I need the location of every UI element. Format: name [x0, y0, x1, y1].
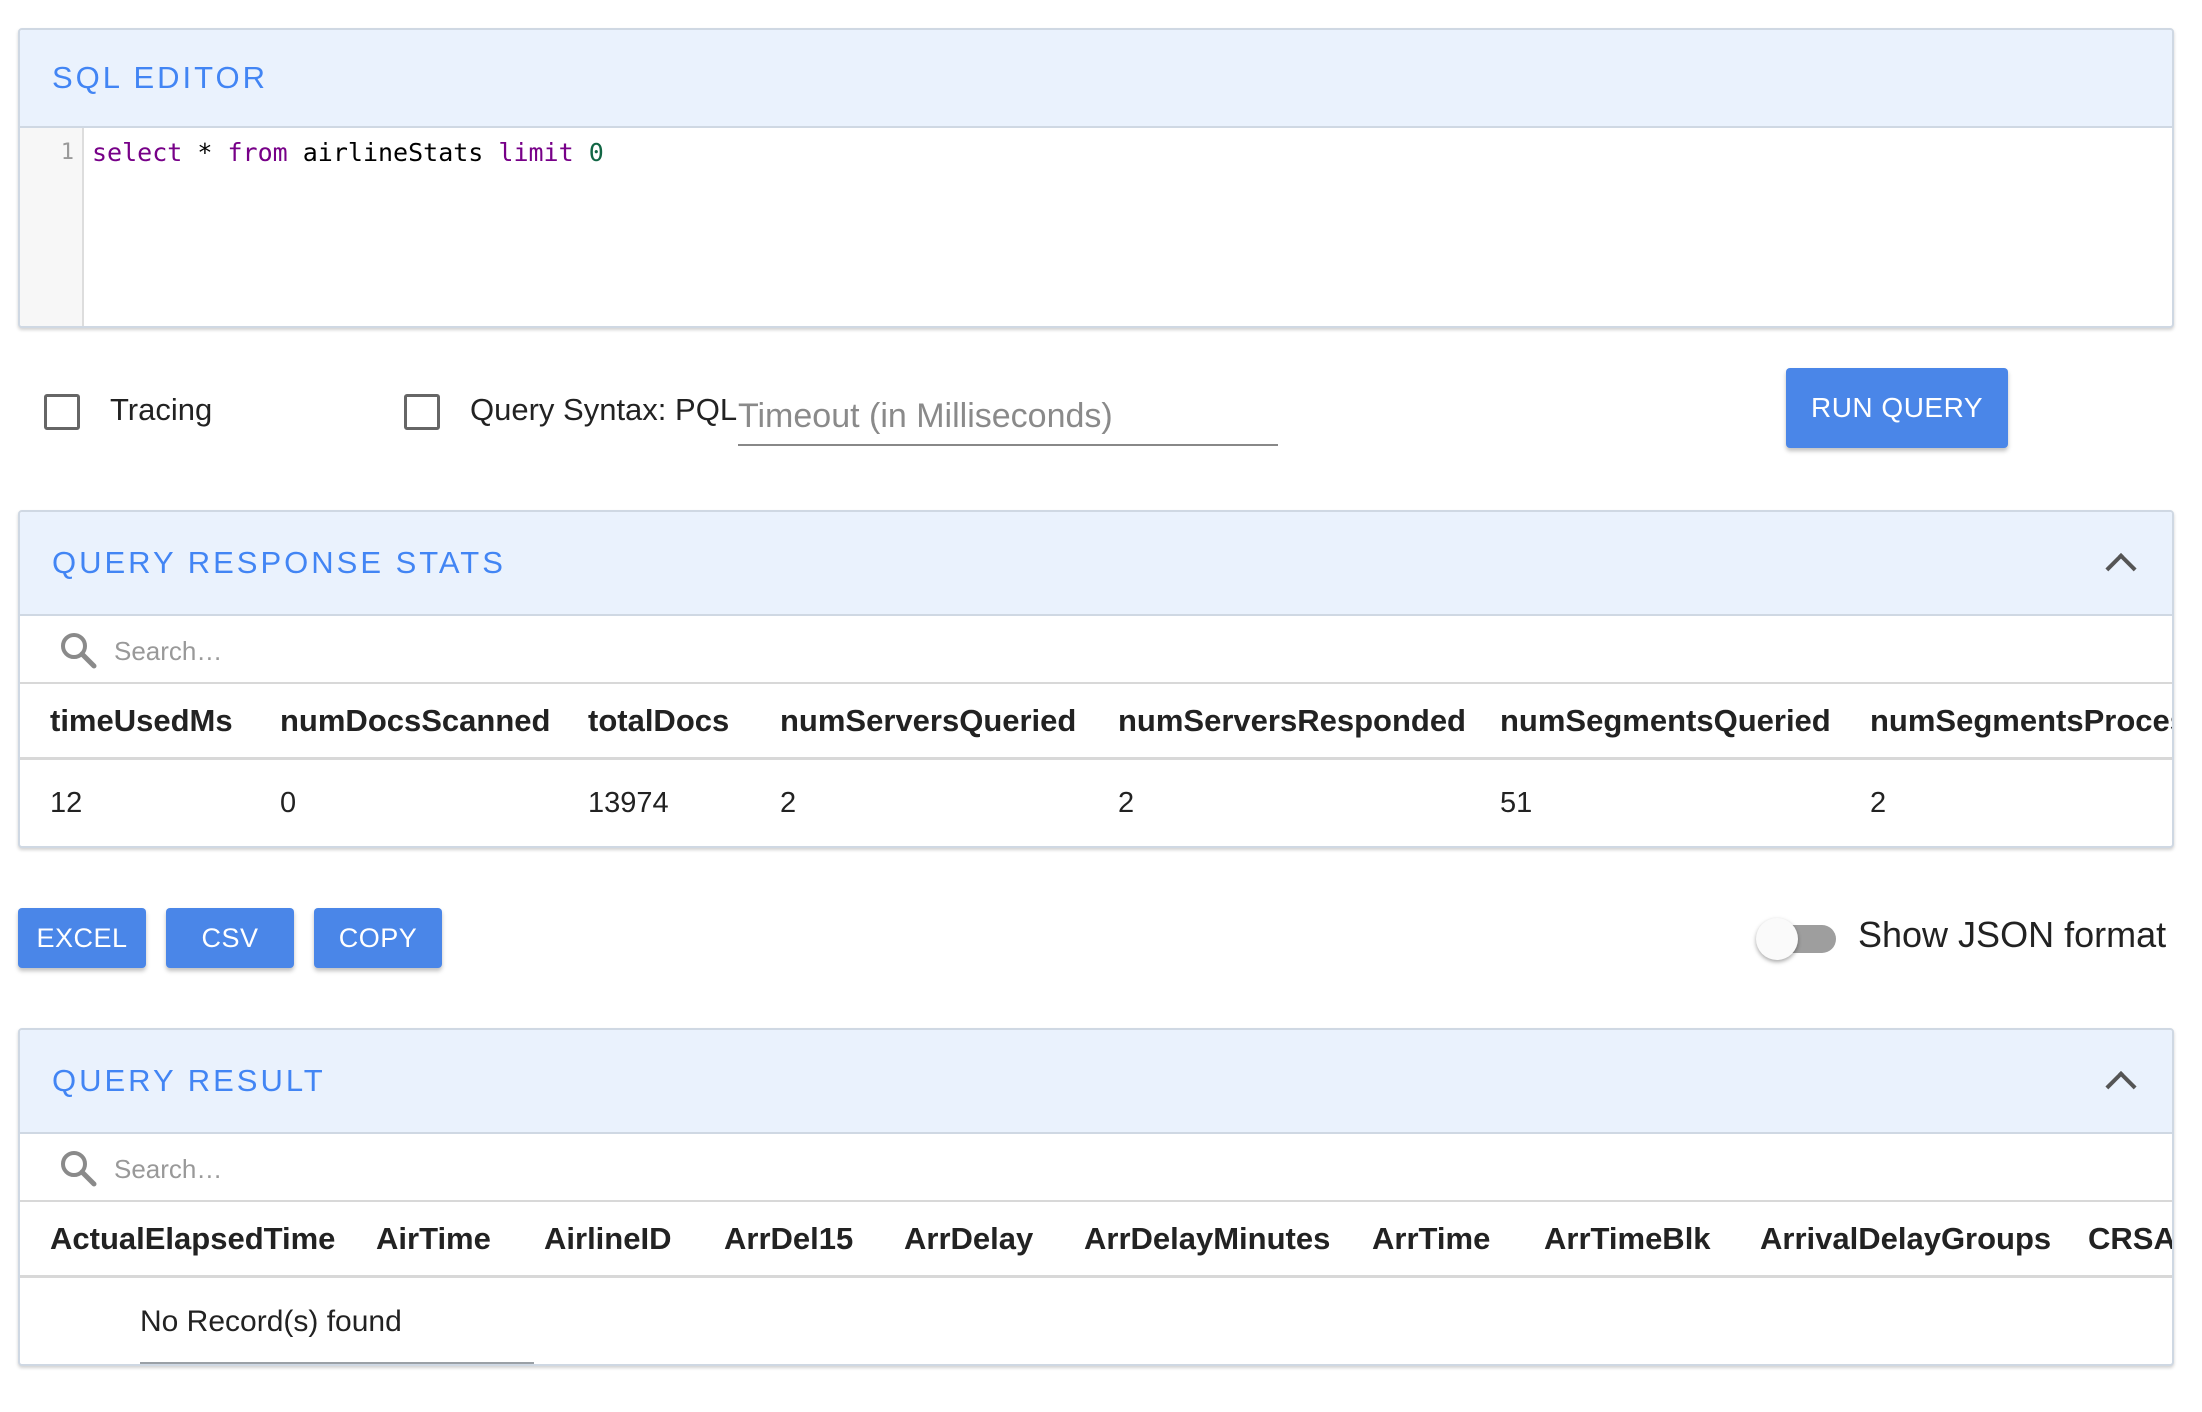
- query-response-stats-panel: QUERY RESPONSE STATS timeUsedMs numDocsSc…: [18, 510, 2174, 848]
- sql-editor-title: SQL EDITOR: [52, 60, 269, 95]
- column-header[interactable]: ActualElapsedTime: [50, 1202, 335, 1275]
- column-header[interactable]: ArrDelay: [904, 1202, 1033, 1275]
- query-result-panel: QUERY RESULT ActualElapsedTime AirTime Air…: [18, 1028, 2174, 1366]
- line-number: 1: [60, 140, 74, 165]
- column-header[interactable]: CRSArr: [2088, 1202, 2172, 1275]
- result-search-input[interactable]: [112, 1146, 716, 1192]
- sql-editor-panel: SQL EDITOR 1 select * from airlineStats …: [18, 28, 2174, 328]
- column-header[interactable]: numServersQueried: [780, 684, 1076, 757]
- code-token-keyword: from: [227, 138, 288, 167]
- column-header[interactable]: numSegmentsQueried: [1500, 684, 1831, 757]
- table-cell: 2: [1870, 786, 1887, 819]
- chevron-up-icon[interactable]: [2105, 1070, 2137, 1103]
- code-token-plain: *: [182, 138, 228, 167]
- table-cell: 2: [780, 786, 797, 819]
- table-cell: 12: [50, 786, 83, 819]
- query-syntax-label: Query Syntax: PQL: [470, 392, 738, 427]
- json-toggle-label: Show JSON format: [1858, 914, 2167, 955]
- sql-editor-header: SQL EDITOR: [20, 30, 2172, 128]
- column-header[interactable]: AirTime: [376, 1202, 491, 1275]
- timeout-input[interactable]: [738, 388, 1278, 446]
- column-header[interactable]: ArrivalDelayGroups: [1760, 1202, 2051, 1275]
- table-cell: 13974: [588, 786, 669, 819]
- column-header[interactable]: timeUsedMs: [50, 684, 233, 757]
- column-header[interactable]: ArrTime: [1372, 1202, 1490, 1275]
- result-table-header: ActualElapsedTime AirTime AirlineID ArrDel1…: [20, 1202, 2172, 1278]
- result-header[interactable]: QUERY RESULT: [20, 1030, 2172, 1134]
- search-icon: [61, 1151, 97, 1187]
- column-header[interactable]: ArrDel15: [724, 1202, 853, 1275]
- code-token-number: 0: [573, 138, 604, 167]
- query-syntax-checkbox[interactable]: [404, 394, 440, 430]
- search-icon: [61, 633, 97, 669]
- code-line[interactable]: select * from airlineStats limit 0: [92, 138, 604, 167]
- json-toggle-knob[interactable]: [1756, 918, 1798, 960]
- stats-search-input[interactable]: [112, 628, 716, 674]
- column-header[interactable]: numSegmentsProcess: [1870, 684, 2172, 757]
- no-records-message: No Record(s) found: [140, 1305, 402, 1338]
- result-title: QUERY RESULT: [52, 1063, 326, 1098]
- csv-button[interactable]: CSV: [166, 908, 294, 968]
- column-header[interactable]: ArrDelayMinutes: [1084, 1202, 1330, 1275]
- stats-search-bar: [20, 616, 2172, 684]
- column-header[interactable]: numDocsScanned: [280, 684, 550, 757]
- copy-button[interactable]: COPY: [314, 908, 442, 968]
- column-header[interactable]: totalDocs: [588, 684, 729, 757]
- stats-table-header: timeUsedMs numDocsScanned totalDocs numServ…: [20, 684, 2172, 760]
- column-header[interactable]: numServersResponded: [1118, 684, 1466, 757]
- stats-title: QUERY RESPONSE STATS: [52, 545, 506, 580]
- table-cell: 0: [280, 786, 297, 819]
- no-records-divider: [140, 1362, 534, 1364]
- column-header[interactable]: ArrTimeBlk: [1544, 1202, 1711, 1275]
- code-editor[interactable]: 1 select * from airlineStats limit 0: [20, 128, 2172, 326]
- code-token-plain: airlineStats: [287, 138, 499, 167]
- column-header[interactable]: AirlineID: [544, 1202, 671, 1275]
- result-search-bar: [20, 1134, 2172, 1202]
- excel-button[interactable]: EXCEL: [18, 908, 146, 968]
- code-token-keyword: select: [92, 138, 183, 167]
- table-row: 12 0 13974 2 2 51 2: [20, 760, 2172, 846]
- tracing-checkbox[interactable]: [44, 394, 80, 430]
- code-token-keyword: limit: [498, 138, 574, 167]
- run-query-button[interactable]: RUN QUERY: [1786, 368, 2008, 448]
- stats-header[interactable]: QUERY RESPONSE STATS: [20, 512, 2172, 616]
- line-gutter: 1: [20, 128, 84, 326]
- chevron-up-icon[interactable]: [2105, 552, 2137, 585]
- table-cell: 51: [1500, 786, 1533, 819]
- tracing-label: Tracing: [110, 392, 213, 427]
- table-cell: 2: [1118, 786, 1135, 819]
